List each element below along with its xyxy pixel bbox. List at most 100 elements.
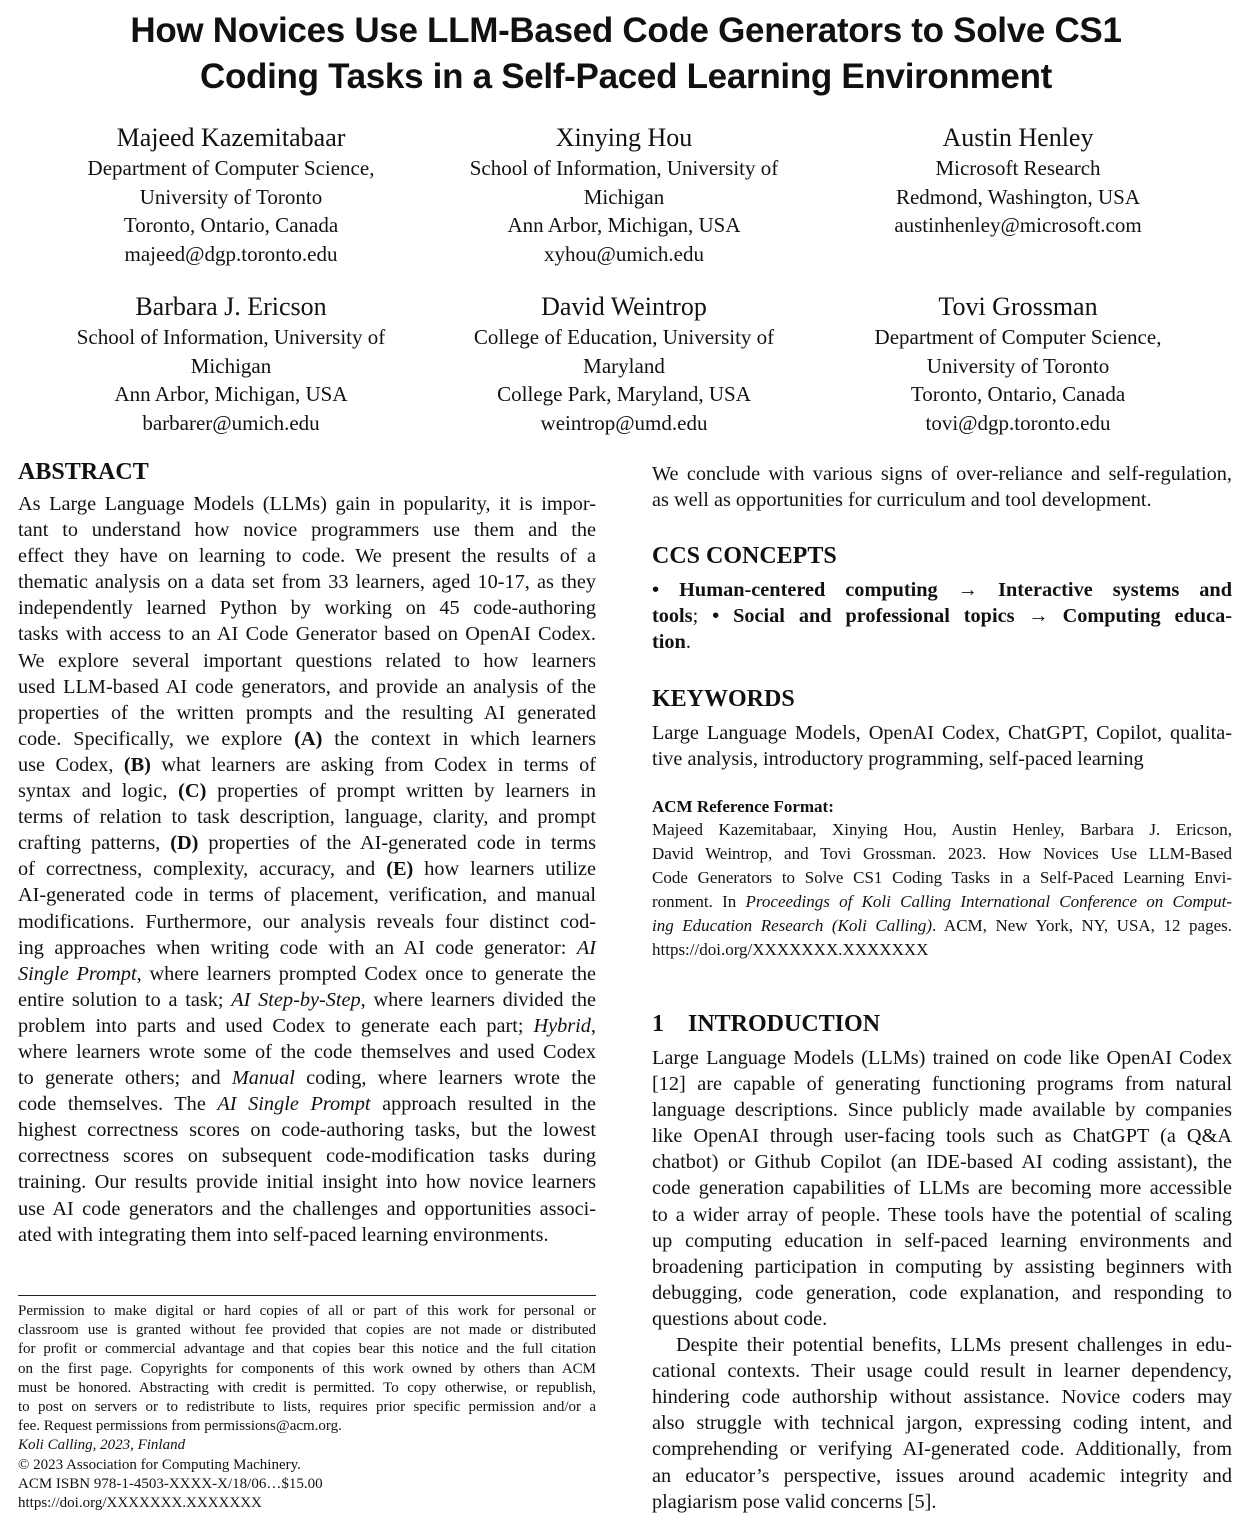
- text-line: thematic analysis on a data set from 33 …: [18, 571, 596, 594]
- text-line: hindering code authorship without assist…: [652, 1386, 1232, 1409]
- author-affiliation: Michigan: [190, 353, 272, 378]
- text-line: independently learned Python by working …: [18, 597, 596, 620]
- text-line: use AI code generators and the challenge…: [18, 1197, 596, 1220]
- text-run: ;: [692, 605, 713, 628]
- bold-run: (B): [123, 753, 151, 776]
- author: Xinying Hou School of Information, Univer…: [424, 122, 824, 268]
- italic-run: ing Education Research (Koli Calling): [652, 916, 933, 935]
- text-line: [12] are capable of generating functioni…: [652, 1073, 1232, 1096]
- text-line: correctness scores on subsequent code-mo…: [18, 1145, 596, 1168]
- abstract-continuation: We conclude with various signs of over-r…: [652, 461, 1232, 513]
- italic-run: Hybrid: [533, 1014, 591, 1037]
- text-run: , where learners divided the: [360, 988, 596, 1011]
- text-line: chatbot) or Github Copilot (an IDE-based…: [652, 1151, 1232, 1174]
- author-email[interactable]: xyhou@umich.edu: [424, 240, 824, 269]
- bold-run: • Human-centered computing → Interactive…: [652, 579, 1232, 601]
- text-line: classroom use is granted without fee pro…: [18, 1322, 596, 1339]
- section-number: 1: [652, 1011, 664, 1037]
- text-run: code. Specifically, we explore: [18, 727, 295, 750]
- bold-run: (C): [178, 780, 207, 803]
- bold-run: (D): [170, 832, 199, 855]
- text-run: .: [685, 631, 691, 654]
- text-line: crafting patterns, (D) properties of the…: [18, 830, 596, 856]
- text-line: syntax and logic, (C) properties of prom…: [18, 778, 596, 804]
- text-line: used LLM-based AI code generators, and p…: [18, 675, 596, 698]
- text-line: ronment. In Proceedings of Koli Calling …: [652, 890, 1232, 914]
- text-line: As Large Language Models (LLMs) gain in …: [18, 493, 596, 515]
- text-run: how learners utilize: [413, 858, 596, 881]
- author-email[interactable]: austinhenley@microsoft.com: [818, 211, 1218, 240]
- paper-title-line: How Novices Use LLM-Based Code Generator…: [130, 11, 1122, 50]
- text-line: problem into parts and used Codex to gen…: [18, 1013, 596, 1039]
- text-line: tive analysis, introductory programming,…: [652, 748, 1144, 771]
- text-line: comprehending or verifying AI-generated …: [652, 1438, 1232, 1461]
- text-run: to generate others; and: [18, 1067, 232, 1090]
- text-line: questions about code.: [652, 1307, 828, 1330]
- text-line: use Codex, (B) what learners are asking …: [18, 752, 596, 778]
- permission-venue: Koli Calling, 2023, Finland: [18, 1437, 186, 1454]
- text-line: fee. Request permissions from permission…: [18, 1418, 342, 1435]
- author: David Weintrop College of Education, Univ…: [424, 291, 824, 437]
- keywords-heading: KEYWORDS: [652, 686, 795, 712]
- text-line: tools; • Social and professional topics …: [652, 603, 1232, 629]
- author-name: Austin Henley: [942, 123, 1094, 152]
- text-line: an educator’s perspective, issues around…: [652, 1464, 1232, 1487]
- reference-format: Majeed Kazemitabaar, Xinying Hou, Austin…: [652, 818, 1232, 962]
- text-line: Majeed Kazemitabaar, Xinying Hou, Austin…: [652, 820, 1232, 839]
- text-line: properties of the written prompts and th…: [18, 701, 596, 724]
- text-line: effect they have on learning to code. We…: [18, 545, 596, 568]
- author-affiliation: University of Toronto: [926, 353, 1110, 378]
- text-run: . ACM, New York, NY, USA, 12 pages.: [932, 916, 1232, 935]
- text-line: code generation capabilities of LLMs are…: [652, 1177, 1232, 1200]
- author-affiliation: Michigan: [583, 184, 665, 209]
- text-line: like OpenAI through user-facing tools su…: [652, 1125, 1232, 1148]
- text-line: Single Prompt, where learners prompted C…: [18, 961, 596, 987]
- author-affiliation: Toronto, Ontario, Canada: [123, 213, 339, 237]
- text-line: training. Our results provide initial in…: [18, 1171, 596, 1194]
- text-run: , where learners prompted Codex once to …: [136, 962, 596, 985]
- author-affiliation: Ann Arbor, Michigan, USA: [507, 213, 741, 237]
- abstract-body: As Large Language Models (LLMs) gain in …: [18, 491, 596, 1248]
- text-line: tant to understand how novice programmer…: [18, 519, 596, 542]
- text-line: for profit or commercial advantage and t…: [18, 1341, 596, 1358]
- text-line: to a wider array of people. These tools …: [652, 1203, 1232, 1226]
- text-line: ated with integrating them into self-pac…: [18, 1223, 549, 1246]
- text-line: • Human-centered computing → Interactive…: [652, 577, 1232, 603]
- author-email[interactable]: weintrop@umd.edu: [424, 409, 824, 438]
- author-name: Majeed Kazemitabaar: [116, 123, 346, 152]
- text-line: AI-generated code in terms of placement,…: [18, 884, 596, 907]
- author-email[interactable]: tovi@dgp.toronto.edu: [818, 409, 1218, 438]
- author-email[interactable]: barbarer@umich.edu: [31, 409, 431, 438]
- keywords-list: Large Language Models, OpenAI Codex, Cha…: [652, 720, 1232, 772]
- italic-run: AI Single Prompt: [217, 1093, 371, 1116]
- introduction-heading: 1 INTRODUCTION: [652, 1010, 880, 1038]
- text-line: ing Education Research (Koli Calling). A…: [652, 914, 1232, 938]
- author: Austin Henley Microsoft Research Redmond, …: [818, 122, 1218, 268]
- italic-run: Proceedings of Koli Calling Internationa…: [745, 892, 1232, 911]
- text-line: on the first page. Copyrights for compon…: [18, 1360, 596, 1377]
- text-line: terms of relation to task description, l…: [18, 806, 596, 829]
- text-run: problem into parts and used Codex to gen…: [18, 1014, 534, 1037]
- author-affiliation: Redmond, Washington, USA: [895, 184, 1141, 209]
- text-line: Code Generators to Solve CS1 Coding Task…: [652, 868, 1232, 887]
- author: Tovi Grossman Department of Computer Scie…: [818, 291, 1218, 437]
- text-line: Permission to make digital or hard copie…: [18, 1303, 596, 1319]
- text-line: David Weintrop, and Tovi Grossman. 2023.…: [652, 844, 1232, 863]
- text-run: ronment. In: [652, 892, 746, 911]
- text-line: to post on servers or to redistribute to…: [18, 1398, 596, 1415]
- author-email[interactable]: majeed@dgp.toronto.edu: [31, 240, 431, 269]
- author-affiliation: School of Information, University of: [76, 325, 386, 349]
- text-run: ,: [590, 1014, 596, 1037]
- reference-heading: ACM Reference Format:: [652, 797, 834, 816]
- author-name: Tovi Grossman: [938, 292, 1098, 321]
- text-line: Large Language Models, OpenAI Codex, Cha…: [652, 722, 1232, 744]
- author: Barbara J. Ericson School of Information,…: [31, 291, 431, 437]
- paper-title: How Novices Use LLM-Based Code Generator…: [0, 8, 1252, 100]
- text-line: code. Specifically, we explore (A) the c…: [18, 726, 596, 752]
- text-run: approach resulted in the: [370, 1093, 596, 1116]
- author: Majeed Kazemitabaar Department of Compute…: [31, 122, 431, 268]
- text-line: must be honored. Abstracting with credit…: [18, 1379, 596, 1396]
- italic-run: Manual: [231, 1067, 295, 1090]
- text-line: where learners wrote some of the code th…: [18, 1040, 596, 1063]
- doi-link[interactable]: https://doi.org/XXXXXXX.XXXXXXX: [18, 1494, 596, 1513]
